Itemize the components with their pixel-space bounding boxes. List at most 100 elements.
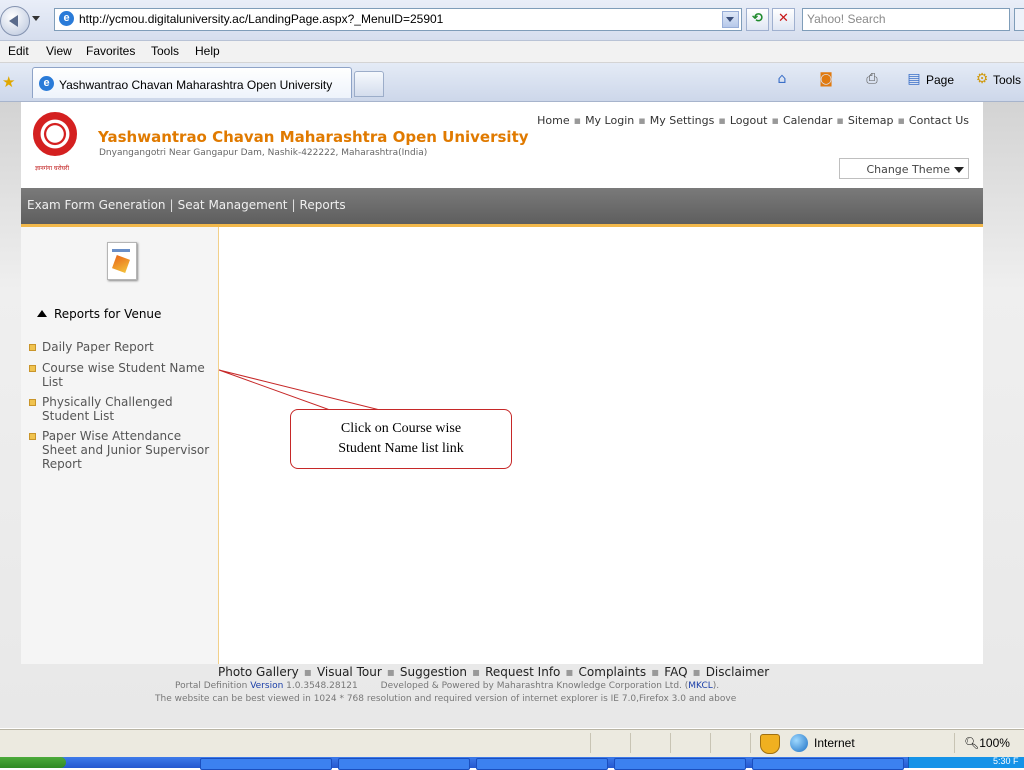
menu-help[interactable]: Help — [195, 44, 220, 58]
browser-menu-bar: Edit View Favorites Tools Help — [0, 41, 1024, 63]
link-my-login[interactable]: My Login — [585, 114, 634, 127]
zoom-level[interactable]: 🔍︎100% — [964, 736, 1010, 750]
top-links: Home ▪ My Login ▪ My Settings ▪ Logout ▪ Calenda… — [537, 114, 969, 127]
reports-sidebar: Reports for Venue Daily Paper Report Cou… — [21, 227, 219, 664]
sidebar-item-physically-challenged-student-list[interactable]: Physically Challenged Student List — [29, 395, 217, 423]
taskbar-button[interactable] — [752, 758, 904, 770]
callout-line-1: Click on Course wise — [340, 421, 462, 436]
report-icon — [107, 242, 137, 280]
link-contact-us[interactable]: Contact Us — [909, 114, 969, 127]
back-button[interactable] — [0, 6, 30, 36]
search-placeholder: Yahoo! Search — [807, 12, 886, 26]
url-dropdown-button[interactable] — [722, 11, 739, 28]
sidebar-item-paper-wise-attendance-sheet[interactable]: Paper Wise Attendance Sheet and Junior S… — [29, 429, 217, 471]
tab-ycmou[interactable]: e Yashwantrao Chavan Maharashtra Open Un… — [32, 67, 352, 98]
site-main-menu: Exam Form Generation | Seat Management | Rep… — [21, 188, 983, 227]
print-icon[interactable]: ⎙ — [864, 71, 880, 87]
search-input[interactable]: Yahoo! Search — [802, 8, 1010, 31]
system-tray: 5:30 F — [908, 756, 1024, 768]
favorites-star-icon[interactable]: ★ — [2, 73, 15, 91]
tools-menu[interactable]: Tools — [993, 73, 1021, 87]
change-theme-button[interactable]: Change Theme — [839, 158, 969, 179]
university-address: Dnyangangotri Near Gangapur Dam, Nashik-… — [99, 148, 428, 158]
footer-link-suggestion[interactable]: Suggestion — [400, 665, 467, 679]
bullet-icon — [29, 344, 36, 351]
portal-definition-label: Portal Definition — [175, 681, 248, 691]
address-bar: e http://ycmou.digitaluniversity.ac/Land… — [0, 0, 1024, 41]
tab-title: Yashwantrao Chavan Maharashtra Open Univ… — [59, 78, 333, 92]
url-text[interactable]: http://ycmou.digitaluniversity.ac/Landin… — [79, 12, 443, 26]
new-tab-button[interactable] — [354, 71, 384, 97]
site-header: ज्ञानगंगा घरोघरी Yashwantrao Chavan Maha… — [21, 102, 983, 188]
menu-exam-form-generation[interactable]: Exam Form Generation — [27, 198, 166, 212]
protected-mode-icon[interactable] — [760, 734, 780, 754]
footer-link-disclaimer[interactable]: Disclaimer — [706, 665, 769, 679]
link-calendar[interactable]: Calendar — [783, 114, 832, 127]
zoom-value: 100% — [979, 736, 1010, 750]
status-divider — [590, 733, 591, 753]
tab-bar: ★ e Yashwantrao Chavan Maharashtra Open … — [0, 63, 1024, 102]
instruction-callout: Click on Course wise Student Name list l… — [290, 409, 512, 469]
collapse-triangle-icon — [37, 310, 47, 317]
footer-version-line: Portal Definition Version 1.0.3548.28121… — [175, 681, 719, 691]
logo-caption: ज्ञानगंगा घरोघरी — [35, 165, 70, 172]
home-icon[interactable]: ⌂ — [774, 71, 790, 87]
footer-link-request-info[interactable]: Request Info — [485, 665, 560, 679]
clock[interactable]: 5:30 F — [993, 756, 1019, 766]
taskbar-button[interactable] — [338, 758, 470, 770]
taskbar-button[interactable] — [200, 758, 332, 770]
search-button[interactable] — [1014, 8, 1024, 31]
menu-favorites[interactable]: Favorites — [86, 44, 135, 58]
university-name: Yashwantrao Chavan Maharashtra Open Univ… — [98, 128, 529, 146]
footer-link-visual-tour[interactable]: Visual Tour — [317, 665, 382, 679]
sidebar-section-header[interactable]: Reports for Venue — [37, 307, 161, 321]
page-menu[interactable]: Page — [926, 73, 954, 87]
link-sitemap[interactable]: Sitemap — [848, 114, 894, 127]
url-field[interactable]: e http://ycmou.digitaluniversity.ac/Land… — [54, 8, 742, 31]
status-bar: Internet 🔍︎100% — [0, 729, 1024, 757]
sidebar-item-daily-paper-report[interactable]: Daily Paper Report — [29, 340, 217, 354]
version-label: Version — [250, 681, 284, 691]
callout-line-2: Student Name list link — [338, 441, 464, 456]
footer-link-faq[interactable]: FAQ — [664, 665, 687, 679]
sidebar-section-title: Reports for Venue — [54, 307, 162, 321]
sidebar-item-label: Paper Wise Attendance Sheet and Junior S… — [42, 429, 210, 471]
magnifier-icon: 🔍︎ — [964, 736, 980, 750]
windows-taskbar: 5:30 F — [0, 756, 1024, 770]
bullet-icon — [29, 399, 36, 406]
mkcl-link[interactable]: MKCL — [688, 681, 712, 691]
developed-by-end: ). — [712, 681, 720, 691]
taskbar-button[interactable] — [476, 758, 608, 770]
gear-icon: ⚙ — [975, 71, 989, 87]
bullet-icon — [29, 365, 36, 372]
bullet-icon — [29, 433, 36, 440]
chevron-down-icon — [954, 167, 964, 173]
sidebar-item-course-wise-student-name-list[interactable]: Course wise Student Name List — [29, 361, 217, 389]
menu-view[interactable]: View — [46, 44, 72, 58]
feeds-icon[interactable]: ◙ — [818, 71, 834, 87]
sidebar-item-label: Course wise Student Name List — [42, 361, 205, 389]
history-dropdown-icon[interactable] — [32, 16, 40, 21]
footer-link-complaints[interactable]: Complaints — [579, 665, 647, 679]
refresh-button[interactable]: ⟲ — [746, 8, 769, 31]
status-divider — [670, 733, 671, 753]
footer-link-photo-gallery[interactable]: Photo Gallery — [218, 665, 299, 679]
footer-links: Photo Gallery ▪ Visual Tour ▪ Suggestion ▪ Req… — [218, 665, 770, 679]
status-divider — [954, 733, 955, 753]
ie-page-icon: e — [59, 11, 74, 26]
taskbar-button[interactable] — [614, 758, 746, 770]
menu-tools[interactable]: Tools — [151, 44, 179, 58]
menu-edit[interactable]: Edit — [8, 44, 29, 58]
version-number: 1.0.3548.28121 — [286, 681, 358, 691]
security-zone[interactable]: Internet — [814, 736, 855, 750]
sidebar-item-label: Physically Challenged Student List — [42, 395, 173, 423]
link-home[interactable]: Home — [537, 114, 569, 127]
start-button[interactable] — [0, 757, 66, 768]
menu-seat-management[interactable]: Seat Management — [178, 198, 288, 212]
menu-reports[interactable]: Reports — [300, 198, 346, 212]
link-my-settings[interactable]: My Settings — [650, 114, 715, 127]
status-divider — [630, 733, 631, 753]
change-theme-label: Change Theme — [866, 163, 950, 176]
link-logout[interactable]: Logout — [730, 114, 768, 127]
stop-button[interactable]: ✕ — [772, 8, 795, 31]
